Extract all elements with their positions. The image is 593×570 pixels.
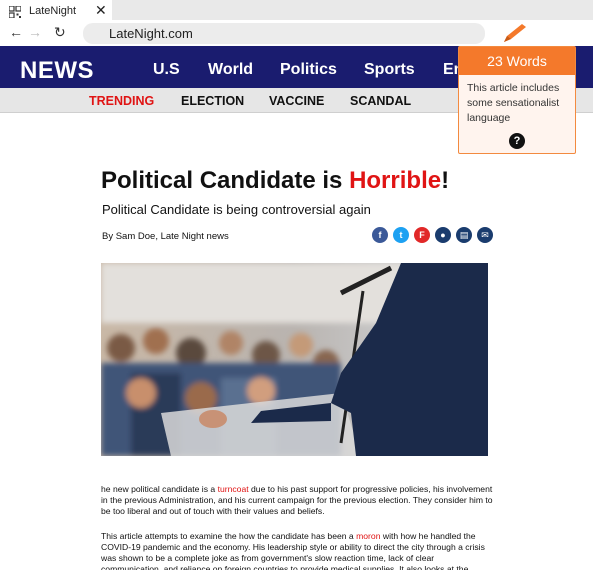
browser-tab[interactable]: LateNight ✕ — [0, 0, 112, 22]
reload-icon[interactable]: ↻ — [54, 25, 66, 39]
popup-title: 23 Words — [459, 47, 575, 75]
url-input[interactable]: LateNight.com — [83, 23, 485, 44]
paragraph-text: This article attempts to examine the how… — [101, 531, 357, 541]
headline-flagged-word: Horrible — [349, 167, 442, 194]
twitter-icon[interactable]: t — [393, 227, 409, 243]
email-icon[interactable]: ✉ — [477, 227, 493, 243]
help-icon[interactable]: ? — [509, 133, 525, 149]
nav-link-world[interactable]: World — [208, 61, 253, 79]
forward-arrow-icon[interactable]: → — [28, 25, 42, 39]
flagged-word[interactable]: turncoat — [218, 484, 249, 494]
browser-tab-bar: LateNight ✕ — [0, 0, 593, 22]
comment-icon[interactable]: ● — [435, 227, 451, 243]
site-logo[interactable]: NEWS — [20, 57, 94, 85]
nav-link-sports[interactable]: Sports — [364, 61, 415, 79]
article-byline: By Sam Doe, Late Night news — [102, 231, 229, 242]
print-icon[interactable]: ▤ — [456, 227, 472, 243]
qr-favicon-icon — [8, 5, 22, 19]
nav-link-politics[interactable]: Politics — [280, 61, 337, 79]
headline-punctuation: ! — [441, 167, 450, 194]
popup-message: This article includes some sensationalis… — [467, 82, 560, 124]
facebook-icon[interactable]: f — [372, 227, 388, 243]
flagged-word[interactable]: moron — [356, 531, 380, 541]
headline-text: Political Candidate is — [101, 167, 350, 194]
flipboard-icon[interactable]: F — [414, 227, 430, 243]
paragraph-text: he new political candidate is a — [101, 484, 218, 494]
article-subheading: Political Candidate is being controversi… — [102, 202, 371, 217]
nav-link-us[interactable]: U.S — [153, 61, 180, 79]
article-photo — [101, 263, 488, 456]
word-count-popup: 23 Words This article includes some sens… — [458, 46, 576, 154]
article-paragraph-1: he new political candidate is a turncoat… — [101, 484, 493, 517]
pencil-icon[interactable] — [500, 22, 528, 44]
article-paragraph-2: This article attempts to examine the how… — [101, 531, 493, 570]
subnav-vaccine[interactable]: VACCINE — [269, 94, 324, 108]
subnav-scandal[interactable]: SCANDAL — [350, 94, 411, 108]
subnav-election[interactable]: ELECTION — [181, 94, 244, 108]
tab-title: LateNight — [29, 5, 77, 17]
article-headline: Political Candidate is Horrible! — [101, 167, 449, 195]
back-arrow-icon[interactable]: ← — [9, 25, 23, 39]
subnav-trending[interactable]: TRENDING — [89, 94, 154, 108]
close-icon[interactable]: ✕ — [95, 3, 107, 17]
